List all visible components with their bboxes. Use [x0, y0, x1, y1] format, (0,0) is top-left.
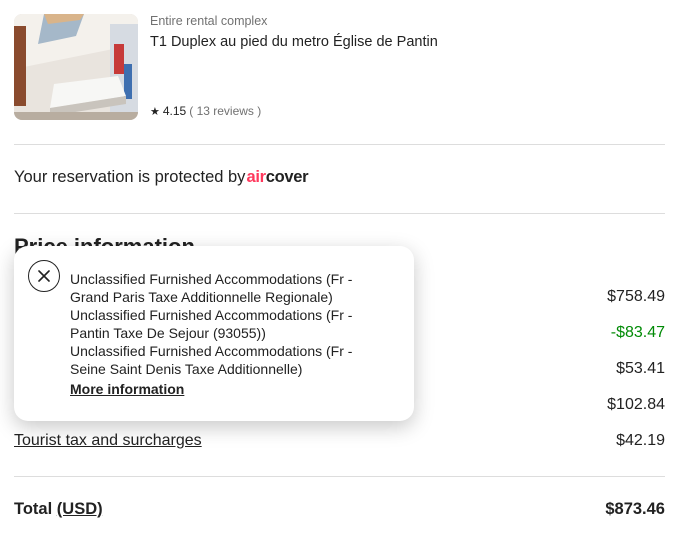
tax-line: Unclassified Furnished Accommodations (F…: [70, 343, 353, 377]
total-amount: $873.46: [605, 500, 665, 518]
tax-details-popover: Unclassified Furnished Accommodations (F…: [14, 246, 414, 421]
close-button[interactable]: [28, 260, 60, 292]
listing-rating: ★ 4.15 ( 13 reviews ): [150, 104, 261, 118]
aircover-logo: aircover: [246, 168, 309, 186]
divider: [14, 144, 665, 145]
star-icon: ★: [150, 105, 160, 118]
tourist-tax-link[interactable]: Tourist tax and surcharges: [14, 432, 202, 450]
price-row-amount: $102.84: [607, 396, 665, 413]
price-row-tourist-tax: Tourist tax and surcharges $42.19: [14, 432, 665, 454]
total-label: Total (USD): [14, 500, 103, 518]
close-icon: [38, 270, 50, 282]
aircover-banner: Your reservation is protected by aircove…: [14, 168, 309, 187]
tax-line: Unclassified Furnished Accommodations (F…: [70, 307, 353, 341]
tax-line: Unclassified Furnished Accommodations (F…: [70, 271, 353, 305]
rating-value: 4.15: [162, 104, 187, 118]
tax-lines: Unclassified Furnished Accommodations (F…: [70, 270, 390, 398]
divider: [14, 476, 665, 477]
price-row-amount: $53.41: [616, 360, 665, 377]
more-information-link[interactable]: More information: [70, 380, 184, 398]
currency-link[interactable]: (USD): [57, 500, 103, 518]
price-row-amount: -$83.47: [610, 324, 665, 341]
listing-title: T1 Duplex au pied du metro Église de Pan…: [150, 34, 438, 50]
protection-text: Your reservation is protected by: [14, 168, 246, 186]
price-row-amount: $758.49: [607, 288, 665, 305]
review-count: ( 13 reviews ): [189, 104, 262, 118]
listing-photo: [14, 14, 138, 120]
listing-type: Entire rental complex: [150, 14, 268, 28]
price-row-amount: $42.19: [616, 432, 665, 449]
divider: [14, 213, 665, 214]
